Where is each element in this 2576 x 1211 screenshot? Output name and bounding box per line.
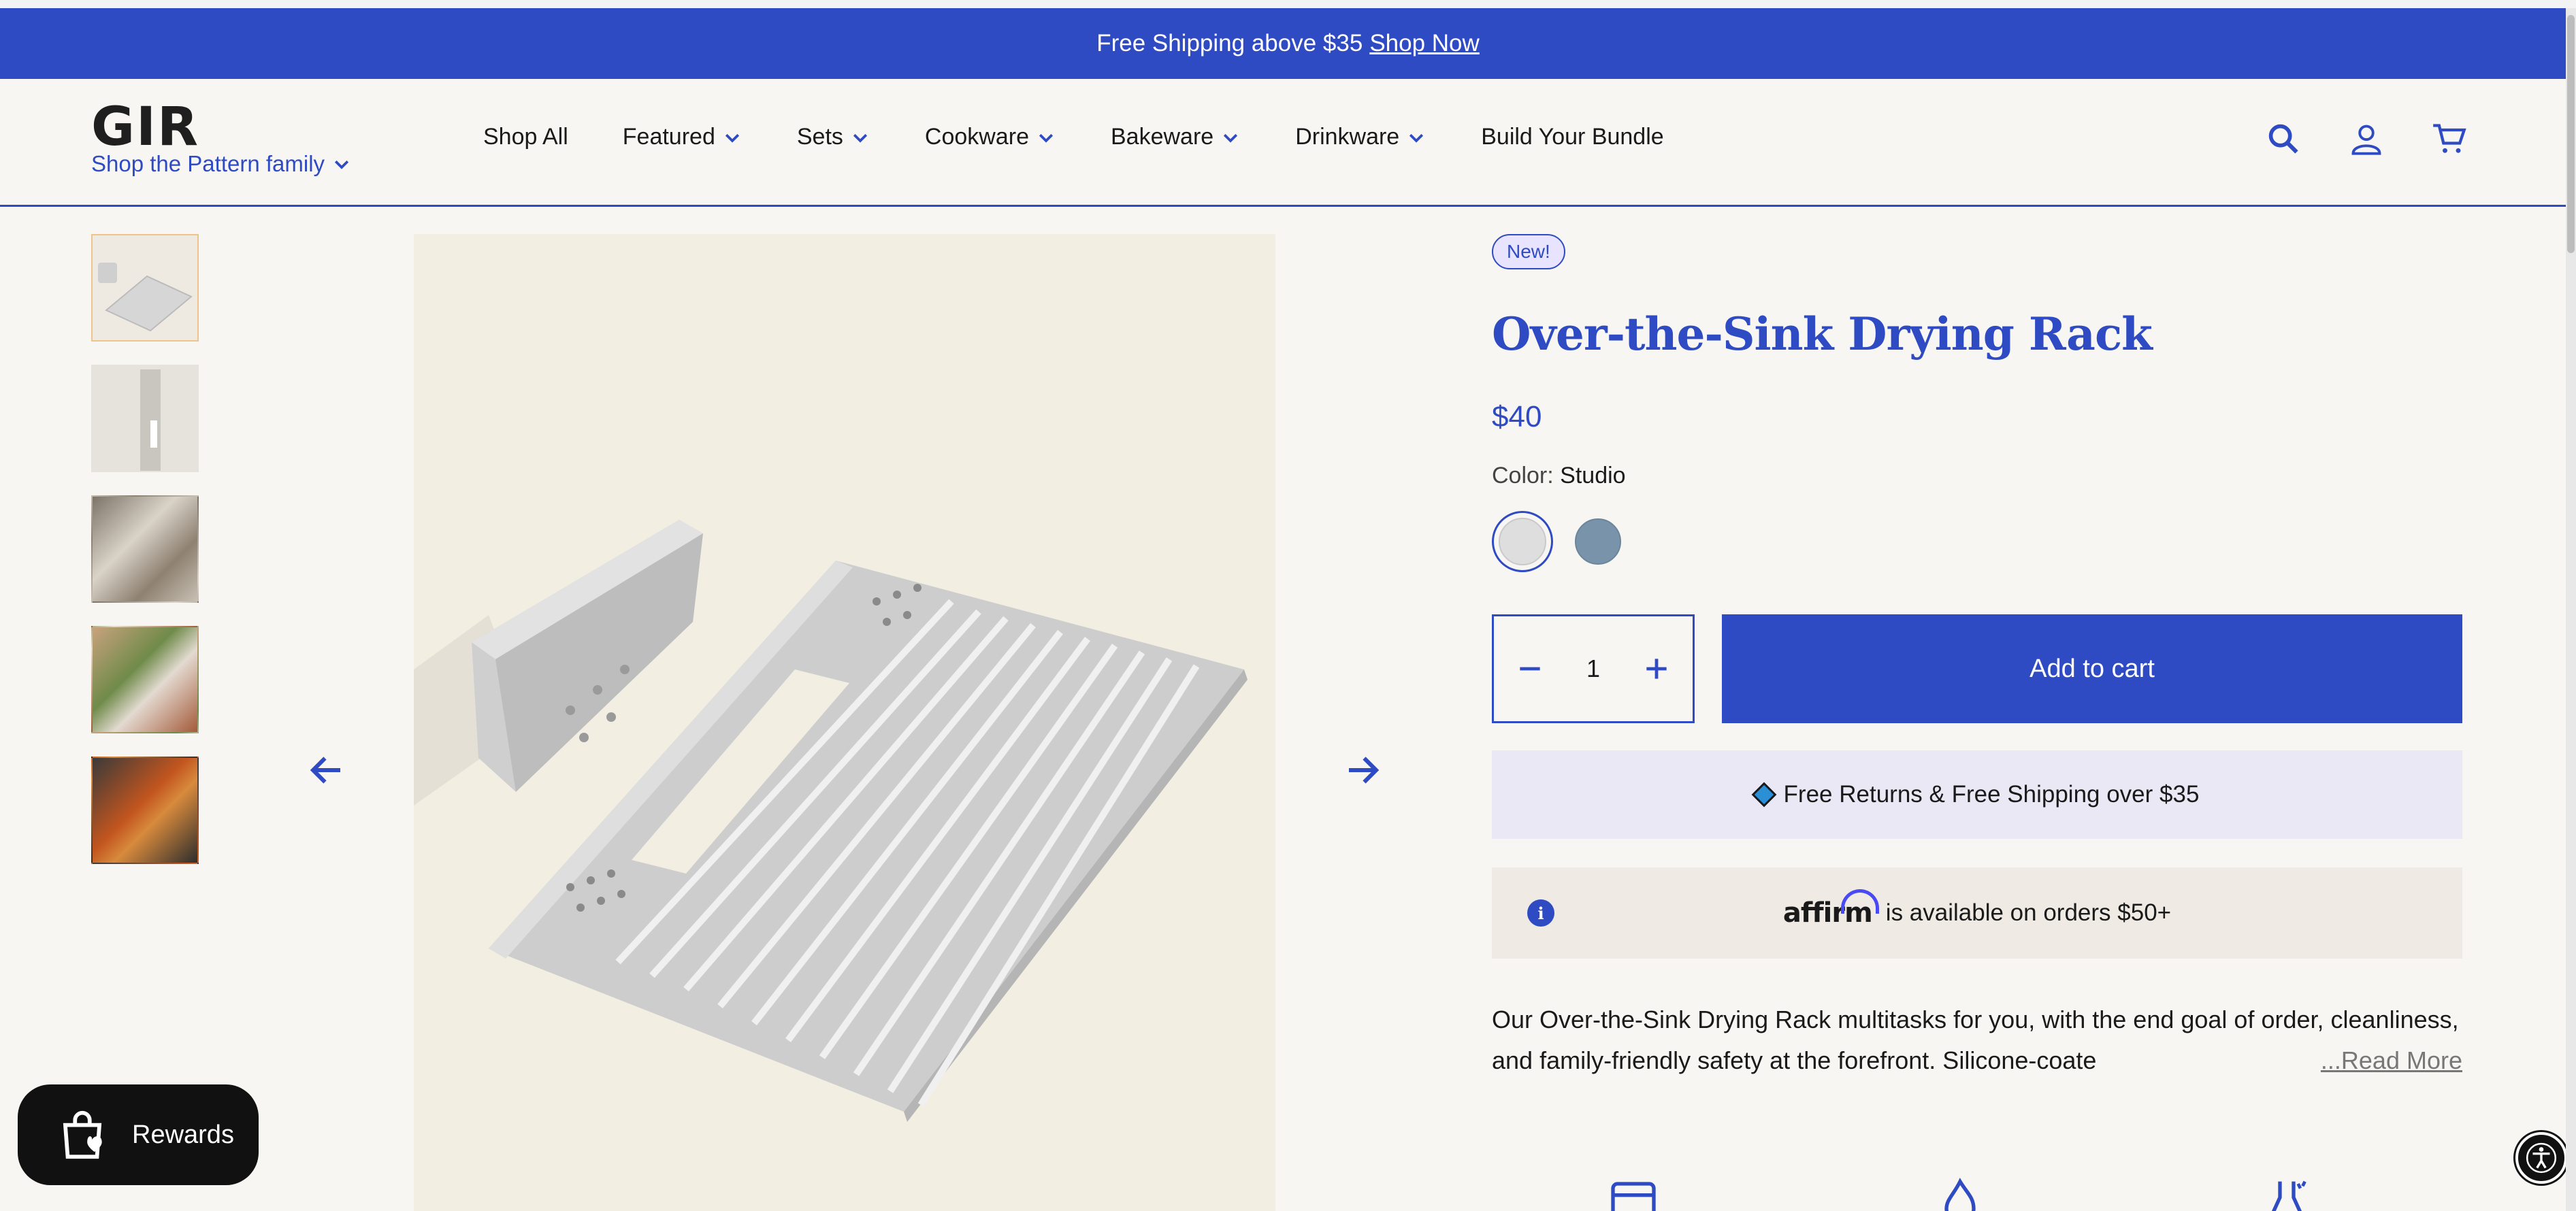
nav-shop-all[interactable]: Shop All <box>483 124 568 150</box>
quantity-value[interactable]: 1 <box>1586 654 1600 683</box>
cart-icon[interactable] <box>2432 121 2467 156</box>
swatch-studio[interactable] <box>1499 518 1546 565</box>
nav-label: Featured <box>622 124 715 150</box>
page-scrollbar[interactable] <box>2566 8 2576 1211</box>
nav-sets[interactable]: Sets <box>797 124 870 150</box>
nav-drinkware[interactable]: Drinkware <box>1295 124 1426 150</box>
flame-icon <box>1944 1178 1976 1211</box>
affirm-banner: i affirm is available on orders $50+ <box>1492 867 2462 959</box>
drying-rack-illustration <box>414 520 1248 1122</box>
family-label: Shop the Pattern family <box>91 151 325 176</box>
nav-label: Bakeware <box>1110 124 1214 150</box>
drying-rack-thumb-image <box>98 263 193 332</box>
chevron-down-icon <box>1224 133 1238 143</box>
feature-icons <box>1606 1177 2314 1211</box>
accessibility-figure-icon <box>2526 1142 2557 1174</box>
header-icons <box>2266 121 2467 156</box>
chevron-down-icon <box>725 133 739 143</box>
affirm-logo: affirm <box>1783 889 1879 929</box>
new-badge: New! <box>1492 234 1565 269</box>
chevron-down-icon <box>853 133 867 143</box>
thumbnail-5[interactable] <box>91 757 199 864</box>
thumbnail-4[interactable] <box>91 626 199 733</box>
thumbnail-list <box>91 234 199 864</box>
nav-label: Build Your Bundle <box>1481 124 1664 150</box>
diamond-icon <box>1751 782 1776 808</box>
nav-label: Drinkware <box>1295 124 1400 150</box>
shipping-note: Free Returns & Free Shipping over $35 <box>1783 781 2200 808</box>
flask-icon <box>2271 1180 2306 1211</box>
main-nav: Shop All Featured Sets Cookware Bakeware… <box>483 124 1664 150</box>
promo-banner: Free Shipping above $35 Shop Now <box>0 8 2576 79</box>
nav-cookware[interactable]: Cookware <box>925 124 1056 150</box>
product-info: New! Over-the-Sink Drying Rack $40 Color… <box>1492 234 2462 1081</box>
chevron-down-icon <box>1409 133 1424 143</box>
color-swatches <box>1492 511 2462 572</box>
browser-top-edge <box>0 0 2576 8</box>
info-icon[interactable]: i <box>1527 899 1554 927</box>
rewards-button[interactable]: Rewards <box>18 1084 259 1185</box>
affirm-text: is available on orders $50+ <box>1885 899 2172 926</box>
minus-icon[interactable] <box>1515 654 1545 684</box>
search-icon[interactable] <box>2266 121 2301 156</box>
shop-pattern-family-dropdown[interactable]: Shop the Pattern family <box>91 151 352 177</box>
shopping-bag-heart-icon <box>63 1110 102 1159</box>
shipping-banner: Free Returns & Free Shipping over $35 <box>1492 750 2462 839</box>
rack-rolled-thumb-image <box>140 369 161 471</box>
affirm-content: affirm is available on orders $50+ <box>1492 889 2462 929</box>
prev-image-arrow-icon[interactable] <box>306 750 347 791</box>
quantity-stepper: 1 <box>1492 614 1695 723</box>
plus-icon[interactable] <box>1642 654 1672 684</box>
scrollbar-thumb[interactable] <box>2567 15 2575 253</box>
main-product-image <box>414 234 1275 1211</box>
accessibility-icon[interactable] <box>2515 1132 2567 1184</box>
swatch-slate[interactable] <box>1575 518 1621 565</box>
chevron-down-icon <box>1039 133 1054 143</box>
nav-label: Cookware <box>924 124 1029 150</box>
shop-now-link[interactable]: Shop Now <box>1369 30 1479 57</box>
chevron-down-icon <box>334 160 349 169</box>
color-label: Color: <box>1492 463 1554 488</box>
thumbnail-3[interactable] <box>91 495 199 603</box>
add-to-cart-button[interactable]: Add to cart <box>1722 614 2462 723</box>
gir-logo[interactable]: GIR <box>91 97 199 158</box>
nav-featured[interactable]: Featured <box>623 124 743 150</box>
cart-row: 1 Add to cart <box>1492 614 2462 723</box>
swatch-studio-selected-ring[interactable] <box>1492 511 1553 572</box>
read-more-link[interactable]: ...Read More <box>2279 1040 2462 1081</box>
product-title: Over-the-Sink Drying Rack <box>1492 308 2153 361</box>
rewards-label: Rewards <box>132 1120 234 1149</box>
nav-build-your-bundle[interactable]: Build Your Bundle <box>1481 124 1663 150</box>
next-image-arrow-icon[interactable] <box>1342 750 1383 791</box>
nav-bakeware[interactable]: Bakeware <box>1111 124 1241 150</box>
color-value: Studio <box>1560 463 1626 488</box>
thumbnail-1[interactable] <box>91 234 199 342</box>
account-icon[interactable] <box>2349 121 2384 156</box>
site-header: GIR Shop the Pattern family Shop All Fea… <box>0 79 2576 207</box>
color-selector-label: Color: Studio <box>1492 463 2462 489</box>
affirm-arc <box>1840 889 1879 914</box>
product-description: Our Over-the-Sink Drying Rack multitasks… <box>1492 999 2462 1081</box>
product-price: $40 <box>1492 400 1542 433</box>
promo-text: Free Shipping above $35 <box>1096 30 1363 56</box>
nav-label: Shop All <box>483 124 568 150</box>
thumbnail-2[interactable] <box>91 365 199 472</box>
oven-icon <box>1611 1182 1656 1211</box>
nav-label: Sets <box>796 124 843 150</box>
